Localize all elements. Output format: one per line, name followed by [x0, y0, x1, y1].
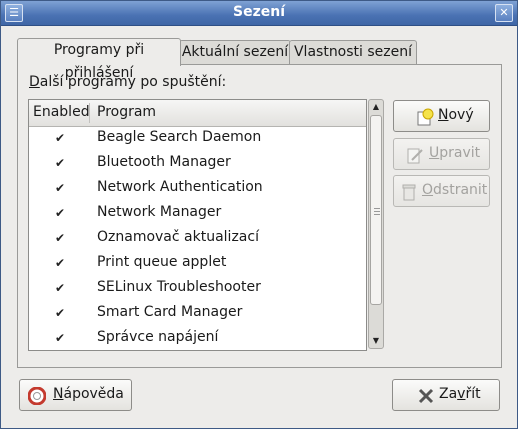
startup-programs-list[interactable]: Enabled Program ✔ Beagle Search Daemon ✔ B… [28, 99, 367, 351]
list-item[interactable]: ✔ Network Manager [29, 201, 366, 226]
close-button[interactable]: Zavřít [392, 379, 500, 411]
program-name: Print queue applet [97, 254, 227, 270]
help-button[interactable]: Nápověda [19, 379, 132, 411]
edit-icon [407, 148, 423, 164]
lifebuoy-icon [28, 387, 46, 405]
program-name: Network Manager [97, 204, 222, 220]
enabled-checkbox[interactable]: ✔ [54, 232, 66, 244]
window-title: Sezení [233, 4, 285, 20]
tab-startup-programs[interactable]: Programy při přihlášení [17, 38, 181, 81]
new-icon [417, 108, 434, 126]
program-name: SELinux Troubleshooter [97, 279, 261, 295]
enabled-checkbox[interactable]: ✔ [54, 157, 66, 169]
enabled-checkbox[interactable]: ✔ [54, 257, 66, 269]
tab-current-session[interactable]: Aktuální sezení [179, 40, 291, 65]
scroll-down-icon[interactable]: ▼ [369, 334, 383, 348]
scroll-thumb[interactable] [370, 115, 382, 305]
program-name: Správce napájení [97, 329, 219, 345]
column-program[interactable]: Program [97, 104, 156, 120]
list-item[interactable]: ✔ Beagle Search Daemon [29, 126, 366, 151]
column-separator [89, 103, 90, 123]
x-icon [418, 388, 434, 404]
list-item[interactable]: ✔ Smart Card Manager [29, 301, 366, 326]
list-item[interactable]: ✔ Print queue applet [29, 251, 366, 276]
list-header: Enabled Program [29, 100, 366, 127]
column-enabled[interactable]: Enabled [33, 104, 90, 120]
list-item[interactable]: ✔ Oznamovač aktualizací [29, 226, 366, 251]
list-item[interactable]: ✔ Bluetooth Manager [29, 151, 366, 176]
program-name: Beagle Search Daemon [97, 129, 262, 145]
edit-button[interactable]: Upravit [393, 138, 490, 170]
program-name: Oznamovač aktualizací [97, 229, 259, 245]
program-name: Network Authentication [97, 179, 263, 195]
enabled-checkbox[interactable]: ✔ [54, 132, 66, 144]
close-icon[interactable]: ✕ [495, 4, 513, 22]
list-item[interactable]: ✔ SELinux Troubleshooter [29, 276, 366, 301]
list-scrollbar[interactable]: ▲ ▼ [368, 99, 384, 349]
trash-icon [402, 184, 416, 201]
program-name: Bluetooth Manager [97, 154, 231, 170]
session-window: ☰ Sezení ✕ Programy při přihlášení Aktuá… [0, 0, 518, 429]
list-item[interactable]: ✔ Správce napájení [29, 326, 366, 350]
remove-button[interactable]: Odstranit [393, 175, 490, 207]
enabled-checkbox[interactable]: ✔ [54, 207, 66, 219]
enabled-checkbox[interactable]: ✔ [54, 332, 66, 344]
titlebar: ☰ Sezení ✕ [1, 1, 517, 26]
list-item[interactable]: ✔ Network Authentication [29, 176, 366, 201]
scroll-up-icon[interactable]: ▲ [369, 100, 383, 114]
program-name: Smart Card Manager [97, 304, 243, 320]
enabled-checkbox[interactable]: ✔ [54, 182, 66, 194]
tab-session-options[interactable]: Vlastnosti sezení [289, 40, 417, 65]
enabled-checkbox[interactable]: ✔ [54, 307, 66, 319]
new-button[interactable]: Nový [393, 100, 490, 132]
enabled-checkbox[interactable]: ✔ [54, 282, 66, 294]
